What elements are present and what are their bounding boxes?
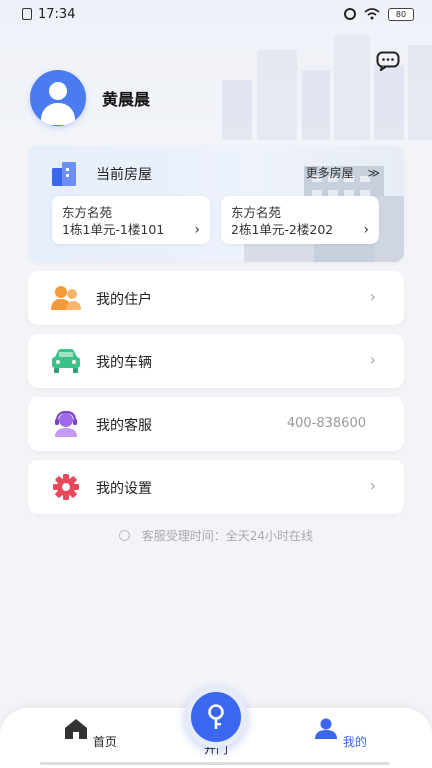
menu-label: 我的客服: [96, 418, 152, 434]
service-hours-text: 客服受理时间：全天24小时在线: [141, 529, 314, 543]
chevron-right-icon: ›: [369, 350, 376, 369]
status-time: 17:34: [38, 6, 76, 22]
message-icon[interactable]: [376, 51, 402, 71]
alarm-icon: [344, 8, 356, 20]
chevron-right-icon: ›: [194, 222, 200, 238]
tab-label: 我的: [342, 735, 367, 749]
house-unit: 2栋1单元-2楼202: [231, 222, 334, 237]
tab-home[interactable]: 首页: [60, 718, 120, 750]
user-icon: [315, 718, 338, 739]
avatar-body: [41, 103, 75, 125]
menu-label: 我的设置: [96, 481, 152, 497]
service-phone[interactable]: 400-838600: [287, 416, 366, 431]
settings-gear-icon: [53, 474, 79, 500]
house-item[interactable]: 东方名苑 2栋1单元-2楼202 ›: [221, 196, 379, 244]
house-icon: [52, 162, 76, 186]
system-gesture-bar[interactable]: [40, 762, 390, 765]
menu-item-vehicles[interactable]: 我的车辆 ›: [28, 334, 404, 388]
current-house-card: 当前房屋 更多房屋 ≫ 东方名苑 1栋1单元-1楼101 › 东方名苑 2栋1单…: [28, 146, 404, 262]
house-item[interactable]: 东方名苑 1栋1单元-1楼101 ›: [52, 196, 210, 244]
house-unit: 1栋1单元-1楼101: [62, 222, 165, 237]
service-hours-hint: 客服受理时间：全天24小时在线: [0, 527, 432, 544]
menu-item-residents[interactable]: 我的住户 ›: [28, 271, 404, 325]
key-icon: [208, 704, 224, 729]
house-community: 东方名苑: [231, 205, 282, 220]
battery-indicator: 80: [388, 7, 414, 21]
notification-icon: [22, 8, 32, 20]
open-door-button[interactable]: [185, 686, 247, 748]
chevron-right-icon: ›: [369, 476, 376, 495]
more-houses-label: 更多房屋: [305, 166, 354, 180]
user-name: 黄晨晨: [102, 90, 151, 109]
status-bar: 17:34 80: [0, 0, 432, 28]
house-community: 东方名苑: [62, 205, 113, 220]
car-icon: [52, 349, 80, 373]
clock-icon: [118, 530, 130, 541]
residents-icon: [51, 286, 81, 310]
menu-label: 我的住户: [96, 292, 152, 308]
chevron-right-icon: ›: [363, 222, 369, 238]
customer-service-icon: [55, 410, 77, 437]
city-skyline-decoration: [222, 35, 432, 140]
avatar-head: [49, 82, 67, 100]
menu-item-settings[interactable]: 我的设置 ›: [28, 460, 404, 514]
chevron-right-icon: ›: [369, 287, 376, 306]
avatar[interactable]: [30, 70, 86, 126]
current-house-title: 当前房屋: [96, 167, 152, 183]
wifi-icon: [364, 8, 380, 20]
tab-label: 首页: [92, 735, 117, 749]
home-icon: [65, 719, 88, 739]
menu-label: 我的车辆: [96, 355, 152, 371]
tab-mine[interactable]: 我的: [310, 718, 370, 750]
more-houses-link[interactable]: 更多房屋 ≫: [306, 164, 380, 181]
double-chevron-right-icon: ≫: [367, 166, 380, 180]
menu-item-customer-service[interactable]: 我的客服 400-838600: [28, 397, 404, 451]
